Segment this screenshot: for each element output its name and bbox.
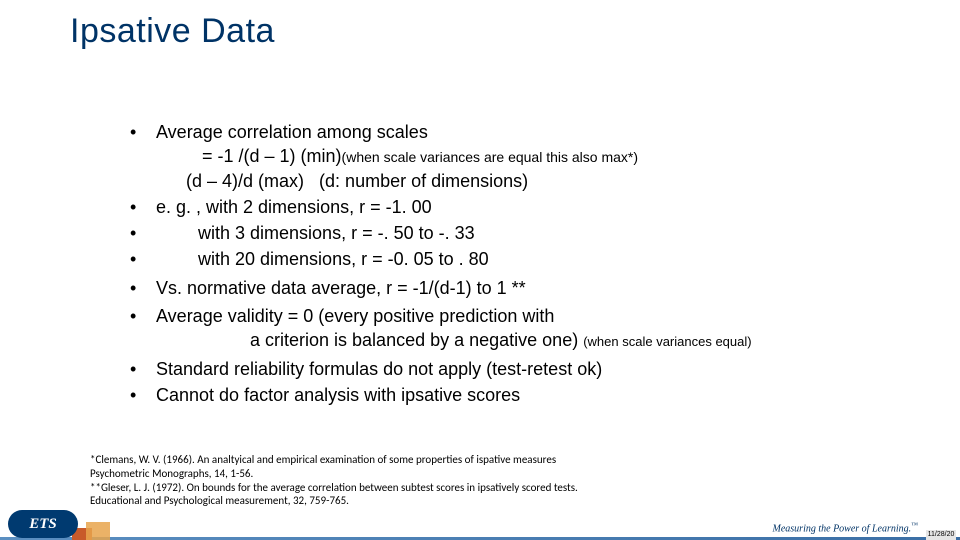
bullet-list: • Average correlation among scales = -1 … bbox=[130, 120, 930, 407]
list-item: • with 20 dimensions, r = -0. 05 to . 80 bbox=[130, 247, 930, 271]
bullet-text: Cannot do factor analysis with ipsative … bbox=[156, 383, 930, 407]
bullet-dot: • bbox=[130, 120, 156, 144]
reference-line: Educational and Psychological measuremen… bbox=[90, 494, 900, 508]
list-item: • e. g. , with 2 dimensions, r = -1. 00 bbox=[130, 195, 930, 219]
bullet-text: with 20 dimensions, r = -0. 05 to . 80 bbox=[156, 247, 930, 271]
reference-line: **Gleser, L. J. (1972). On bounds for th… bbox=[90, 481, 900, 495]
bullet-text: Average validity = 0 (every positive pre… bbox=[156, 304, 930, 328]
bullet-text: Standard reliability formulas do not app… bbox=[156, 357, 930, 381]
bullet-dot: • bbox=[130, 221, 156, 245]
trademark-icon: ™ bbox=[911, 521, 918, 529]
bullet-dot: • bbox=[130, 247, 156, 271]
list-item: • Cannot do factor analysis with ipsativ… bbox=[130, 383, 930, 407]
list-item: • Vs. normative data average, r = -1/(d-… bbox=[130, 276, 930, 300]
bullet-continuation: a criterion is balanced by a negative on… bbox=[130, 328, 930, 352]
formula-note: (d: number of dimensions) bbox=[319, 171, 528, 191]
reference-line: Psychometric Monographs, 14, 1-56. bbox=[90, 467, 900, 481]
formula-max: (d – 4)/d (max) bbox=[186, 171, 304, 191]
bullet-text: Average correlation among scales bbox=[156, 120, 930, 144]
slide-title: Ipsative Data bbox=[70, 12, 275, 51]
bullet-text: a criterion is balanced by a negative on… bbox=[250, 330, 578, 350]
references-block: *Clemans, W. V. (1966). An analtyical an… bbox=[90, 453, 900, 508]
bullet-subline: (d – 4)/d (max) (d: number of dimensions… bbox=[130, 169, 930, 193]
reference-line: *Clemans, W. V. (1966). An analtyical an… bbox=[90, 453, 900, 467]
slide-body: • Average correlation among scales = -1 … bbox=[130, 120, 930, 409]
bullet-dot: • bbox=[130, 195, 156, 219]
bullet-text: e. g. , with 2 dimensions, r = -1. 00 bbox=[156, 195, 930, 219]
ets-logo-text: ETS bbox=[29, 516, 57, 533]
bullet-dot: • bbox=[130, 383, 156, 407]
bullet-dot: • bbox=[130, 357, 156, 381]
bullet-text: Vs. normative data average, r = -1/(d-1)… bbox=[156, 276, 930, 300]
bullet-dot: • bbox=[130, 304, 156, 328]
list-item: • Standard reliability formulas do not a… bbox=[130, 357, 930, 381]
formula-note: (when scale variances are equal this als… bbox=[342, 149, 638, 165]
bullet-note: (when scale variances equal) bbox=[583, 334, 751, 349]
list-item: • with 3 dimensions, r = -. 50 to -. 33 bbox=[130, 221, 930, 245]
date-stub: 11/28/20 bbox=[926, 530, 956, 540]
brand-tagline: Measuring the Power of Learning.™ bbox=[773, 521, 918, 534]
bullet-subline: = -1 /(d – 1) (min)(when scale variances… bbox=[130, 144, 930, 168]
bullet-dot: • bbox=[130, 276, 156, 300]
list-item: • Average validity = 0 (every positive p… bbox=[130, 304, 930, 328]
ets-logo: ETS bbox=[8, 510, 78, 538]
list-item: • Average correlation among scales bbox=[130, 120, 930, 144]
formula-min: = -1 /(d – 1) (min) bbox=[202, 146, 342, 166]
bullet-text: with 3 dimensions, r = -. 50 to -. 33 bbox=[156, 221, 930, 245]
